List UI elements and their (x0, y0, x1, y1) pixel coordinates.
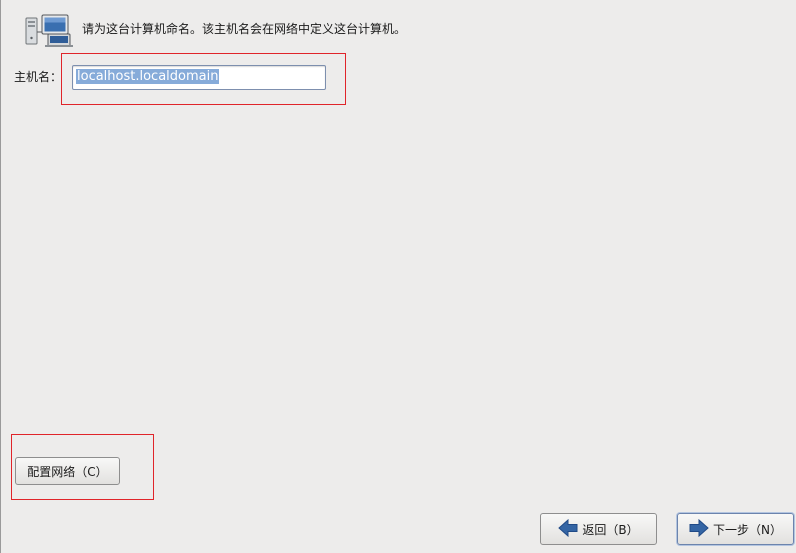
next-button-label: 下一步（N） (713, 522, 782, 537)
arrow-left-icon (558, 518, 578, 540)
window-left-border (0, 0, 1, 553)
hostname-input[interactable]: localhost.localdomain (72, 65, 326, 90)
back-button[interactable]: 返回（B） (540, 513, 657, 545)
next-button[interactable]: 下一步（N） (677, 513, 794, 545)
arrow-right-icon (689, 518, 709, 540)
configure-network-button[interactable]: 配置网络（C） (15, 457, 120, 485)
hostname-input-value: localhost.localdomain (76, 69, 220, 84)
back-button-label: 返回（B） (582, 522, 639, 537)
hostname-label: 主机名： (14, 70, 63, 84)
configure-network-label: 配置网络（C） (27, 464, 108, 479)
page-description: 请为这台计算机命名。该主机名会在网络中定义这台计算机。 (82, 22, 407, 36)
network-computers-icon (22, 12, 74, 48)
